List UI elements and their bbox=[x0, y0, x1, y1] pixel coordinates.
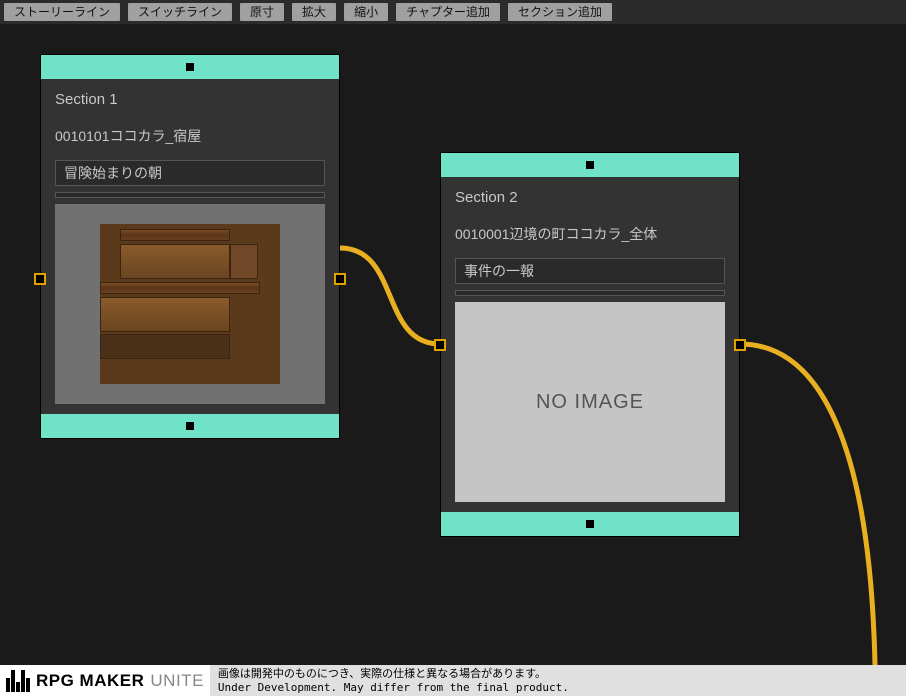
node-map-id: 0010001辺境の町ココカラ_全体 bbox=[455, 224, 725, 244]
add-chapter-button[interactable]: チャプター追加 bbox=[396, 3, 500, 21]
node-footer[interactable] bbox=[41, 414, 339, 438]
story-line-button[interactable]: ストーリーライン bbox=[4, 3, 120, 21]
input-track bbox=[455, 290, 725, 296]
add-section-button[interactable]: セクション追加 bbox=[508, 3, 612, 21]
product-logo: RPG MAKER UNITE bbox=[0, 670, 210, 692]
node-title: Section 2 bbox=[455, 189, 725, 206]
node-header[interactable] bbox=[441, 153, 739, 177]
section-node-2[interactable]: Section 2 0010001辺境の町ココカラ_全体 NO IMAGE bbox=[440, 152, 740, 537]
section-name-input[interactable] bbox=[455, 258, 725, 284]
map-preview-empty[interactable]: NO IMAGE bbox=[455, 302, 725, 502]
output-port[interactable] bbox=[734, 339, 746, 351]
toolbar: ストーリーライン スイッチライン 原寸 拡大 縮小 チャプター追加 セクション追… bbox=[0, 0, 906, 24]
input-port[interactable] bbox=[434, 339, 446, 351]
header-handle-icon bbox=[186, 63, 194, 71]
actual-size-button[interactable]: 原寸 bbox=[240, 3, 284, 21]
node-header[interactable] bbox=[41, 55, 339, 79]
header-handle-icon bbox=[586, 161, 594, 169]
logo-icon bbox=[6, 670, 30, 692]
input-track bbox=[55, 192, 325, 198]
input-port[interactable] bbox=[34, 273, 46, 285]
map-preview[interactable] bbox=[55, 204, 325, 404]
disclaimer-text: 画像は開発中のものにつき、実際の仕様と異なる場合があります。 Under Dev… bbox=[210, 665, 906, 696]
switch-line-button[interactable]: スイッチライン bbox=[128, 3, 232, 21]
section-node-1[interactable]: Section 1 0010101ココカラ_宿屋 bbox=[40, 54, 340, 439]
node-map-id: 0010101ココカラ_宿屋 bbox=[55, 126, 325, 146]
footer-handle-icon bbox=[586, 520, 594, 528]
zoom-out-button[interactable]: 縮小 bbox=[344, 3, 388, 21]
logo-text-main: RPG MAKER bbox=[36, 671, 144, 691]
output-port[interactable] bbox=[334, 273, 346, 285]
logo-text-sub: UNITE bbox=[150, 671, 204, 691]
node-canvas[interactable]: Section 1 0010101ココカラ_宿屋 Section 2 0010 bbox=[0, 24, 906, 665]
zoom-in-button[interactable]: 拡大 bbox=[292, 3, 336, 21]
no-image-label: NO IMAGE bbox=[536, 391, 644, 414]
section-name-input[interactable] bbox=[55, 160, 325, 186]
footer-bar: RPG MAKER UNITE 画像は開発中のものにつき、実際の仕様と異なる場合… bbox=[0, 665, 906, 696]
node-title: Section 1 bbox=[55, 91, 325, 108]
map-thumbnail bbox=[100, 224, 280, 384]
footer-handle-icon bbox=[186, 422, 194, 430]
node-footer[interactable] bbox=[441, 512, 739, 536]
